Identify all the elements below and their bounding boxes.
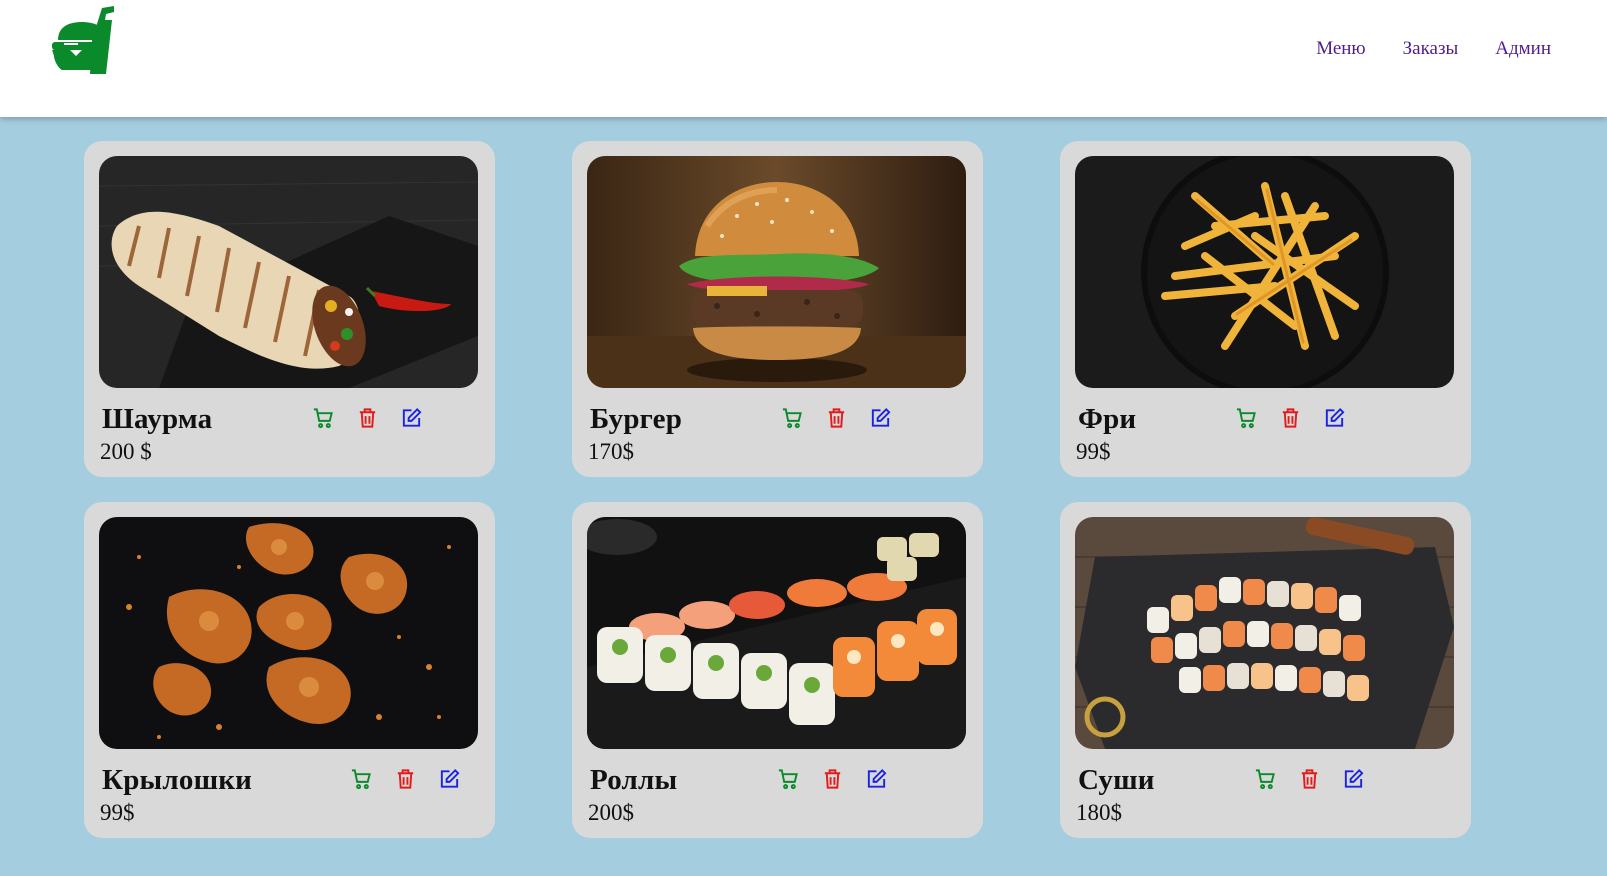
trash-icon[interactable] xyxy=(1298,767,1321,791)
product-price: 99$ xyxy=(1076,439,1111,464)
sushi-photo xyxy=(1075,517,1454,749)
cart-icon[interactable] xyxy=(1254,767,1277,791)
edit-icon[interactable] xyxy=(438,767,461,791)
edit-icon[interactable] xyxy=(869,406,892,430)
product-name: Бургер xyxy=(590,403,683,435)
cart-icon[interactable] xyxy=(350,767,373,791)
product-card-shawarma: Шаурма 200 $ xyxy=(84,141,495,477)
product-card-sushi: Суши 180$ xyxy=(1060,502,1471,838)
product-actions xyxy=(781,406,892,430)
product-price: 170$ xyxy=(588,439,634,464)
product-card-wings: Крылошки 99$ xyxy=(84,502,495,838)
product-actions xyxy=(350,767,461,791)
chicken-wings-photo xyxy=(99,517,478,749)
nav-menu-link[interactable]: Меню xyxy=(1316,38,1365,60)
product-actions xyxy=(777,767,888,791)
product-name: Крылошки xyxy=(102,764,253,796)
nav-orders-link[interactable]: Заказы xyxy=(1403,38,1459,60)
trash-icon[interactable] xyxy=(356,406,379,430)
product-card-burger: Бургер 170$ xyxy=(572,141,983,477)
trash-icon[interactable] xyxy=(394,767,417,791)
cart-icon[interactable] xyxy=(312,406,335,430)
product-card-rolls: Роллы 200$ xyxy=(572,502,983,838)
top-header: Меню Заказы Админ xyxy=(0,0,1607,117)
edit-icon[interactable] xyxy=(1323,406,1346,430)
main-nav: Меню Заказы Админ xyxy=(1316,38,1551,60)
product-name: Шаурма xyxy=(102,403,213,435)
product-name: Суши xyxy=(1078,764,1155,796)
burger-drink-logo-icon[interactable] xyxy=(50,4,122,76)
product-price: 180$ xyxy=(1076,800,1122,825)
rolls-photo xyxy=(587,517,966,749)
product-grid: Шаурма 200 $ Бургер 170$ Фри 99$ Крылошк… xyxy=(84,141,1471,838)
trash-icon[interactable] xyxy=(821,767,844,791)
trash-icon[interactable] xyxy=(825,406,848,430)
trash-icon[interactable] xyxy=(1279,406,1302,430)
shawarma-photo xyxy=(99,156,478,388)
product-actions xyxy=(1235,406,1346,430)
product-actions xyxy=(312,406,423,430)
cart-icon[interactable] xyxy=(781,406,804,430)
edit-icon[interactable] xyxy=(865,767,888,791)
burger-photo xyxy=(587,156,966,388)
product-actions xyxy=(1254,767,1365,791)
cart-icon[interactable] xyxy=(1235,406,1258,430)
cart-icon[interactable] xyxy=(777,767,800,791)
product-name: Фри xyxy=(1078,403,1137,435)
edit-icon[interactable] xyxy=(1342,767,1365,791)
edit-icon[interactable] xyxy=(400,406,423,430)
nav-admin-link[interactable]: Админ xyxy=(1495,38,1551,60)
fries-photo xyxy=(1075,156,1454,388)
product-price: 200 $ xyxy=(100,439,152,464)
product-name: Роллы xyxy=(590,764,678,796)
product-price: 99$ xyxy=(100,800,135,825)
product-card-fries: Фри 99$ xyxy=(1060,141,1471,477)
product-price: 200$ xyxy=(588,800,634,825)
